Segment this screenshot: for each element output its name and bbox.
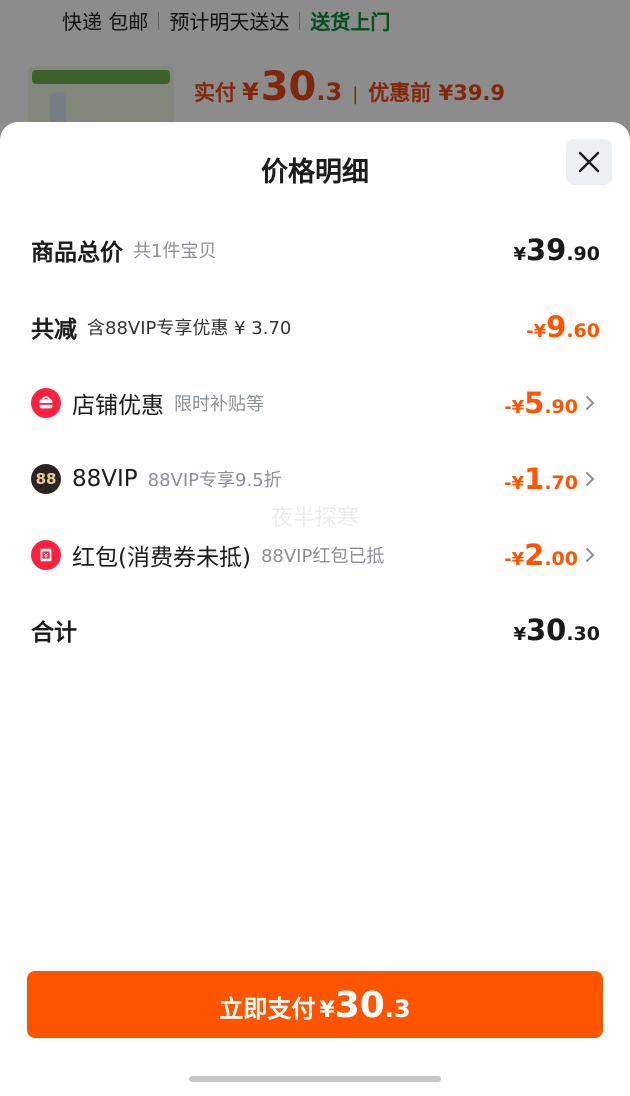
pay-int: 30 [334,985,385,1026]
row-amount: -¥ 9.60 [526,310,600,344]
close-button[interactable] [566,139,612,185]
row-label: 商品总价 [31,240,123,266]
row-sub: 88VIP专享9.5折 [147,470,282,491]
watermark: 夜半探寒 [270,506,359,531]
row-sub: 限时补贴等 [174,394,264,415]
row-sub: 共1件宝贝 [133,241,217,262]
row-88vip[interactable]: 88 88VIP 88VIP专享9.5折 -¥ 1.70 [31,459,600,499]
row-amount: ¥39.90 [513,233,600,267]
pay-dec: .3 [384,995,411,1023]
row-total-discount: 共减 含88VIP专享优惠 ¥ 3.70 -¥ 9.60 [31,307,600,347]
row-label: 88VIP [72,466,138,492]
sheet-title: 价格明细 [261,157,369,188]
row-total-goods: 商品总价 共1件宝贝 ¥39.90 [31,230,600,270]
row-amount: -¥ 2.00 [504,538,578,572]
row-grand-total: 合计 ¥30.30 [31,610,600,650]
row-label: 店铺优惠 [72,393,164,419]
row-amount: -¥ 5.90 [504,386,578,420]
close-icon [578,151,600,173]
row-amount: ¥30.30 [513,613,600,647]
pay-now-button[interactable]: 立即支付 ¥ 30 .3 [27,971,603,1038]
chevron-right-icon [584,470,600,488]
row-label: 红包(消费券未抵) [72,545,251,571]
row-label: 共减 [31,317,77,343]
vip-88-icon: 88 [31,464,61,494]
pay-yen: ¥ [319,998,335,1023]
row-red-envelope[interactable]: 红包(消费券未抵) 88VIP红包已抵 -¥ 2.00 [31,535,600,575]
pay-label: 立即支付 [219,995,316,1023]
chevron-right-icon [584,394,600,412]
row-sub: 88VIP红包已抵 [260,546,385,567]
row-amount: -¥ 1.70 [504,462,578,496]
row-shop-discount[interactable]: 店铺优惠 限时补贴等 -¥ 5.90 [31,383,600,423]
red-envelope-icon [31,540,61,570]
row-sub: 含88VIP专享优惠 ¥ 3.70 [87,318,292,339]
home-indicator[interactable] [189,1076,441,1082]
price-detail-sheet: 价格明细 商品总价 共1件宝贝 ¥39.90 共减 含88VIP专享优惠 ¥ 3… [0,122,630,1096]
shop-bag-icon [31,388,61,418]
row-label: 合计 [31,620,77,646]
chevron-right-icon [584,546,600,564]
